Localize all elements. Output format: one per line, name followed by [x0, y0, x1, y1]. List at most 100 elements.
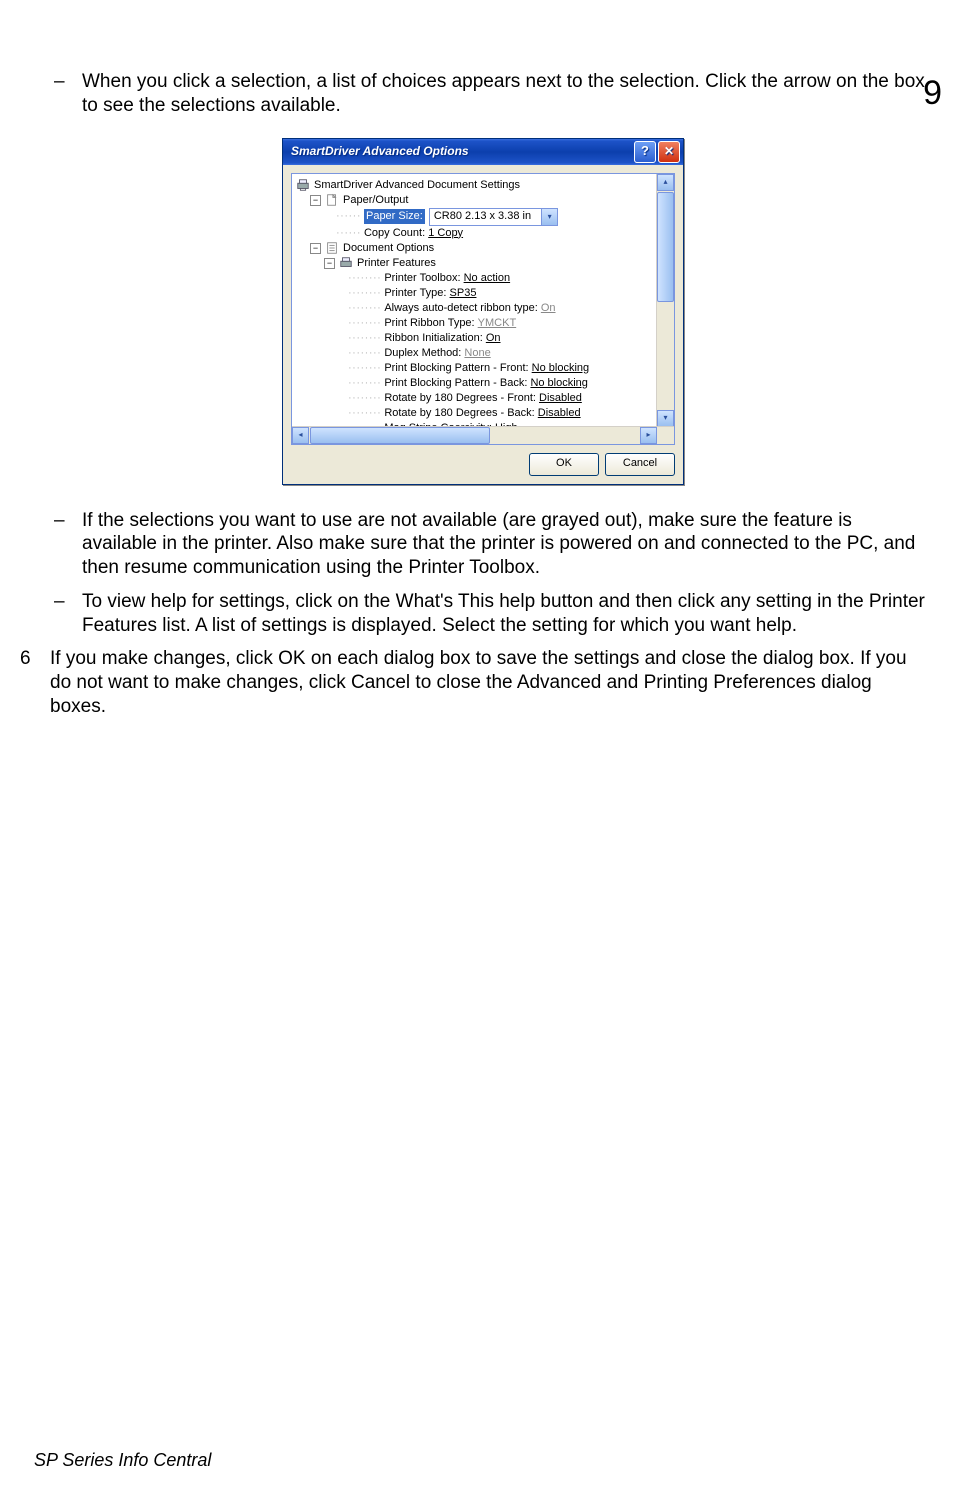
document-options-label: Document Options — [343, 241, 434, 256]
tree-connector: ········ — [348, 391, 381, 406]
bullet-item: – When you click a selection, a list of … — [34, 70, 932, 118]
scroll-corner — [657, 427, 674, 444]
collapse-icon[interactable]: − — [310, 243, 321, 254]
page-footer: SP Series Info Central — [34, 1450, 211, 1471]
paragraph-3: To view help for settings, click on the … — [82, 590, 932, 638]
feature-label: Rotate by 180 Degrees - Front: — [384, 391, 536, 406]
scroll-thumb[interactable] — [657, 192, 674, 302]
tree-feature-duplex[interactable]: ········ Duplex Method: None — [296, 346, 672, 361]
feature-value: No action — [464, 271, 510, 286]
tree-connector: ······ — [336, 209, 361, 224]
scroll-right-icon[interactable]: ▸ — [640, 427, 657, 444]
dialog-client-area: SmartDriver Advanced Document Settings −… — [283, 165, 683, 484]
feature-value: On — [541, 301, 556, 316]
paragraph-2: If the selections you want to use are no… — [82, 509, 932, 580]
tree-connector: ········ — [348, 346, 381, 361]
tree-feature-toolbox[interactable]: ········ Printer Toolbox: No action — [296, 271, 672, 286]
tree-feature-type[interactable]: ········ Printer Type: SP35 — [296, 286, 672, 301]
feature-value: Disabled — [538, 406, 581, 421]
feature-value: Disabled — [539, 391, 582, 406]
tree-view-container: SmartDriver Advanced Document Settings −… — [291, 173, 675, 445]
tree-feature-autodetect[interactable]: ········ Always auto-detect ribbon type:… — [296, 301, 672, 316]
printer-icon — [296, 178, 310, 192]
dialog-title: SmartDriver Advanced Options — [291, 144, 632, 159]
tree-feature-block-front[interactable]: ········ Print Blocking Pattern - Front:… — [296, 361, 672, 376]
feature-value: SP35 — [450, 286, 477, 301]
bullet-item: – To view help for settings, click on th… — [34, 590, 932, 638]
collapse-icon[interactable]: − — [324, 258, 335, 269]
paper-output-label: Paper/Output — [343, 193, 408, 208]
collapse-icon[interactable]: − — [310, 195, 321, 206]
printer-features-label: Printer Features — [357, 256, 436, 271]
feature-label: Printer Type: — [384, 286, 446, 301]
feature-value: On — [486, 331, 501, 346]
paper-size-label: Paper Size: — [364, 209, 425, 224]
body-text: – When you click a selection, a list of … — [34, 70, 932, 719]
feature-value: YMCKT — [478, 316, 517, 331]
tree-root-label: SmartDriver Advanced Document Settings — [314, 178, 520, 193]
tree-connector: ······ — [336, 226, 361, 241]
tree-connector: ········ — [348, 286, 381, 301]
tree-connector: ········ — [348, 376, 381, 391]
dialog-titlebar[interactable]: SmartDriver Advanced Options ? ✕ — [283, 139, 683, 165]
document-page: 9 – When you click a selection, a list o… — [0, 70, 972, 1501]
tree-feature-block-back[interactable]: ········ Print Blocking Pattern - Back: … — [296, 376, 672, 391]
close-button[interactable]: ✕ — [658, 141, 680, 163]
tree-connector: ········ — [348, 301, 381, 316]
feature-value: No blocking — [530, 376, 587, 391]
feature-label: Duplex Method: — [384, 346, 461, 361]
dash: – — [34, 590, 82, 638]
scroll-left-icon[interactable]: ◂ — [292, 427, 309, 444]
settings-tree[interactable]: SmartDriver Advanced Document Settings −… — [292, 174, 674, 444]
cancel-button[interactable]: Cancel — [605, 453, 675, 476]
page-number: 9 — [923, 74, 942, 113]
advanced-options-dialog: SmartDriver Advanced Options ? ✕ SmartDr… — [282, 138, 684, 485]
numbered-item: 6 If you make changes, click OK on each … — [20, 647, 932, 718]
tree-feature-rotate-front[interactable]: ········ Rotate by 180 Degrees - Front: … — [296, 391, 672, 406]
tree-feature-rotate-back[interactable]: ········ Rotate by 180 Degrees - Back: D… — [296, 406, 672, 421]
horizontal-scrollbar[interactable]: ◂ ▸ — [292, 426, 674, 444]
scroll-up-icon[interactable]: ▴ — [657, 174, 674, 191]
tree-paper-output[interactable]: − Paper/Output — [296, 193, 672, 208]
tree-root[interactable]: SmartDriver Advanced Document Settings — [296, 178, 672, 193]
tree-connector: ········ — [348, 331, 381, 346]
tree-connector: ········ — [348, 316, 381, 331]
bullet-item: – If the selections you want to use are … — [34, 509, 932, 580]
ok-button[interactable]: OK — [529, 453, 599, 476]
tree-connector: ········ — [348, 271, 381, 286]
feature-label: Print Blocking Pattern - Back: — [384, 376, 527, 391]
paragraph-4: If you make changes, click OK on each di… — [50, 647, 932, 718]
tree-feature-ribbon-init[interactable]: ········ Ribbon Initialization: On — [296, 331, 672, 346]
copy-count-label: Copy Count: — [364, 226, 425, 241]
step-number: 6 — [20, 647, 50, 718]
paper-size-value: CR80 2.13 x 3.38 in — [430, 209, 541, 224]
tree-copy-count[interactable]: ······ Copy Count: 1 Copy — [296, 226, 672, 241]
dash: – — [34, 509, 82, 580]
feature-value: None — [464, 346, 490, 361]
dialog-button-row: OK Cancel — [291, 453, 675, 476]
tree-printer-features[interactable]: − Printer Features — [296, 256, 672, 271]
feature-label: Print Blocking Pattern - Front: — [384, 361, 528, 376]
vertical-scrollbar[interactable]: ▴ ▾ — [656, 174, 674, 427]
scroll-down-icon[interactable]: ▾ — [657, 410, 674, 427]
tree-paper-size[interactable]: ······ Paper Size: CR80 2.13 x 3.38 in ▾ — [296, 208, 672, 226]
document-icon — [325, 241, 339, 255]
scroll-thumb-h[interactable] — [310, 427, 490, 444]
copy-count-value: 1 Copy — [428, 226, 463, 241]
feature-label: Ribbon Initialization: — [384, 331, 482, 346]
printer-features-icon — [339, 256, 353, 270]
tree-document-options[interactable]: − Document Options — [296, 241, 672, 256]
help-button[interactable]: ? — [634, 141, 656, 163]
feature-value: No blocking — [532, 361, 589, 376]
tree-connector: ········ — [348, 406, 381, 421]
tree-feature-ribbon-type[interactable]: ········ Print Ribbon Type: YMCKT — [296, 316, 672, 331]
paragraph-1: When you click a selection, a list of ch… — [82, 70, 932, 118]
feature-label: Print Ribbon Type: — [384, 316, 474, 331]
feature-label: Printer Toolbox: — [384, 271, 460, 286]
chevron-down-icon[interactable]: ▾ — [541, 209, 557, 225]
feature-label: Always auto-detect ribbon type: — [384, 301, 537, 316]
paper-size-dropdown[interactable]: CR80 2.13 x 3.38 in ▾ — [429, 208, 558, 226]
paper-icon — [325, 193, 339, 207]
feature-label: Rotate by 180 Degrees - Back: — [384, 406, 534, 421]
dash: – — [34, 70, 82, 118]
